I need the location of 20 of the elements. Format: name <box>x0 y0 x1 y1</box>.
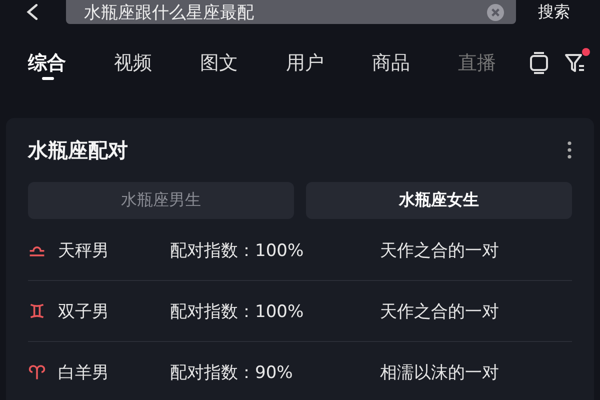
match-verdict: 天作之合的一对 <box>380 300 499 322</box>
tab[interactable]: 商品 <box>372 44 438 82</box>
card-title: 水瓶座配对 <box>28 136 128 164</box>
search-button[interactable]: 搜索 <box>538 2 570 22</box>
sign-label: 双子男 <box>58 300 110 322</box>
match-verdict: 天作之合的一对 <box>380 240 499 262</box>
toggle-button[interactable]: 水瓶座女生 <box>306 182 572 219</box>
search-field[interactable]: 水瓶座跟什么星座最配 <box>66 0 516 24</box>
tab[interactable]: 图文 <box>200 44 266 82</box>
tab[interactable]: 用户 <box>286 44 352 82</box>
match-verdict: 相濡以沫的一对 <box>380 362 499 384</box>
tab[interactable]: 直播 <box>458 44 502 82</box>
match-score: 配对指数：100% <box>170 300 305 322</box>
tab[interactable]: 视频 <box>114 44 180 82</box>
toggle-button[interactable]: 水瓶座男生 <box>28 182 294 219</box>
tab[interactable]: 综合 <box>28 44 94 82</box>
match-score: 配对指数：90% <box>170 362 294 384</box>
match-score: 配对指数：100% <box>170 240 305 262</box>
sign-label: 天秤男 <box>58 240 110 262</box>
sign-label: 白羊男 <box>58 362 110 384</box>
